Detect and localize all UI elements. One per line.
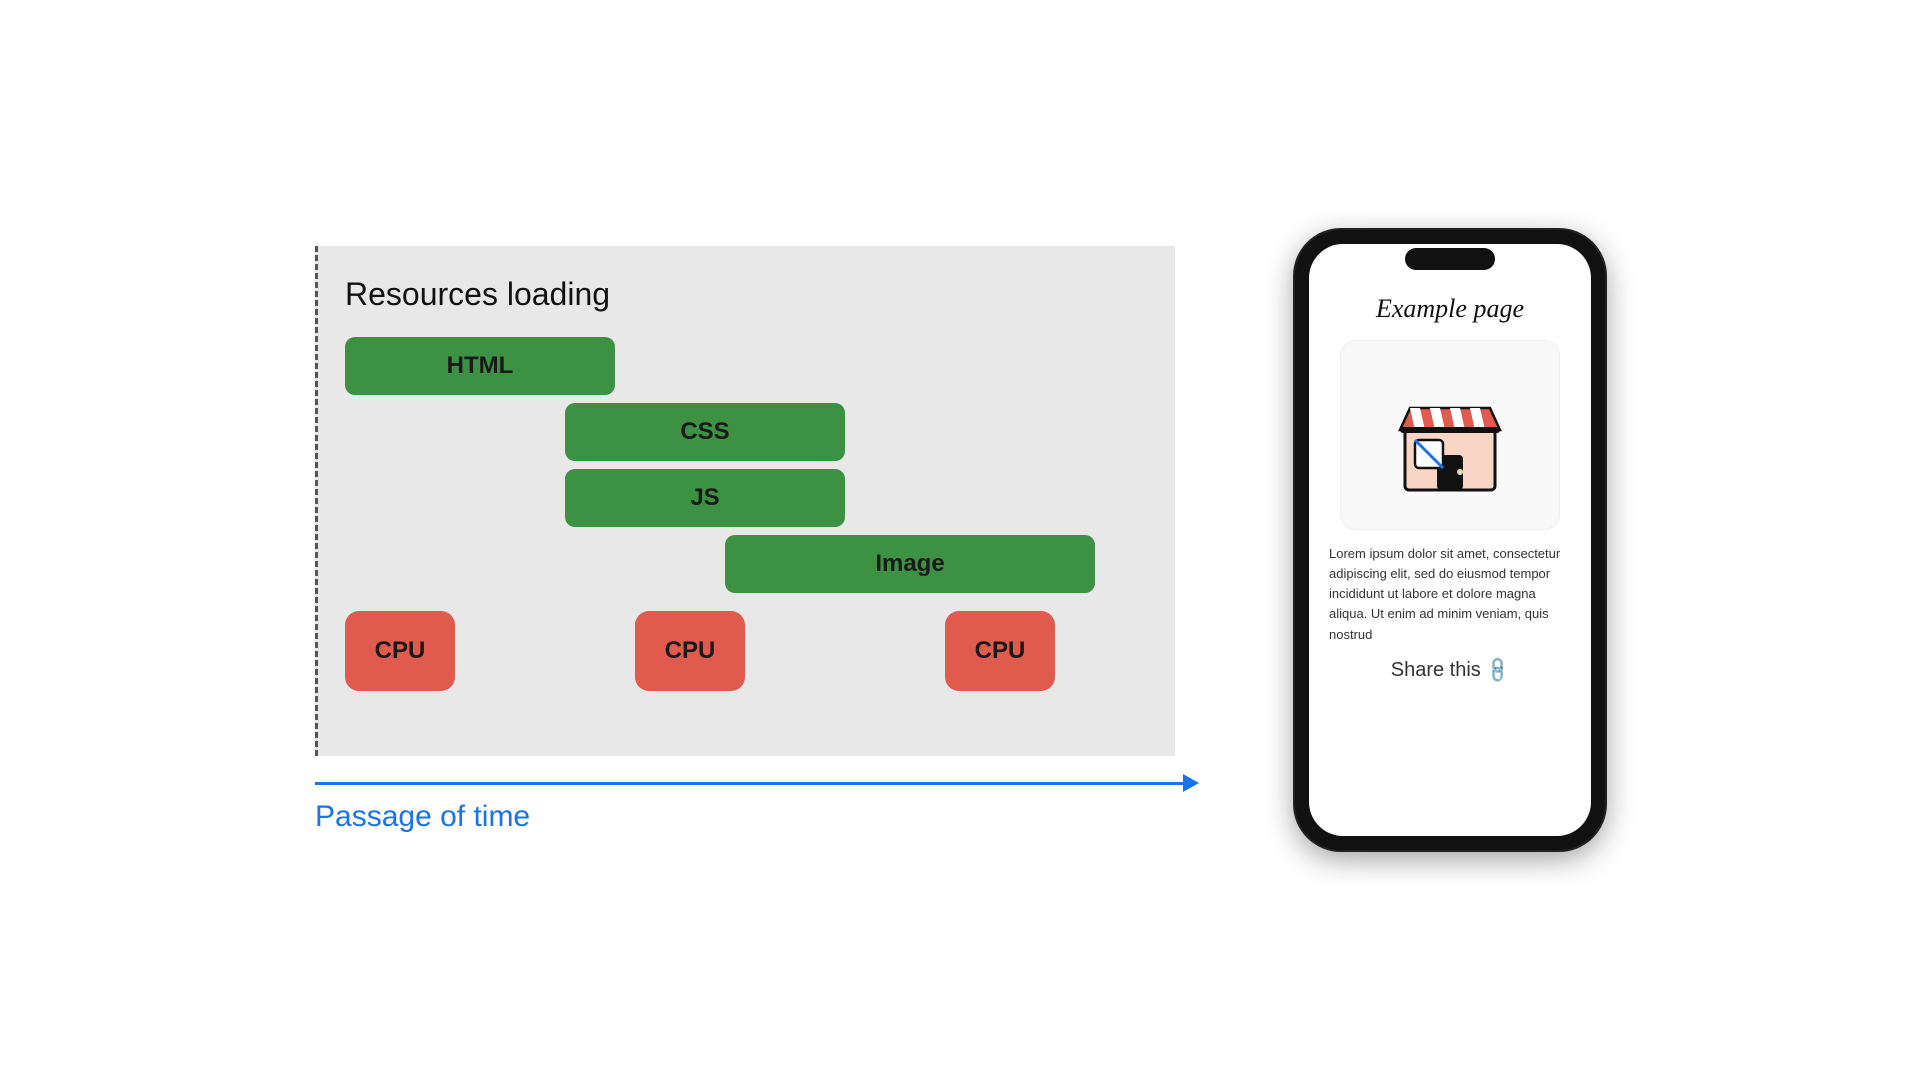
css-bar-row: CSS xyxy=(345,403,1145,461)
js-bar: JS xyxy=(565,469,845,527)
time-arrow-container: Passage of time xyxy=(315,774,1199,834)
time-arrow-head xyxy=(1183,774,1199,792)
css-bar: CSS xyxy=(565,403,845,461)
phone-section: Example page xyxy=(1295,230,1605,850)
html-bar-row: HTML xyxy=(345,337,1145,395)
time-label: Passage of time xyxy=(315,800,1199,834)
page-title: Example page xyxy=(1376,294,1524,324)
image-bar-label: Image xyxy=(875,550,944,578)
diagram-section: Resources loading HTML CSS JS xyxy=(315,246,1215,834)
cpu-block-1: CPU xyxy=(345,611,455,691)
cpu-block-2: CPU xyxy=(635,611,745,691)
html-bar: HTML xyxy=(345,337,615,395)
share-row[interactable]: Share this 🔗 xyxy=(1391,659,1509,682)
css-bar-label: CSS xyxy=(680,418,729,446)
cpu-label-2: CPU xyxy=(665,637,716,665)
js-bar-row: JS xyxy=(345,469,1145,527)
time-arrow-shaft xyxy=(315,782,1185,785)
html-bar-label: HTML xyxy=(447,352,514,380)
phone-screen: Example page xyxy=(1309,244,1591,836)
phone-notch xyxy=(1405,248,1495,270)
diagram-container: Resources loading HTML CSS JS xyxy=(315,246,1175,756)
time-arrow-line xyxy=(315,774,1199,792)
js-bar-label: JS xyxy=(690,484,719,512)
diagram-title: Resources loading xyxy=(345,276,1145,313)
image-bar-row: Image xyxy=(345,535,1145,593)
share-label: Share this xyxy=(1391,659,1481,682)
phone-frame: Example page xyxy=(1295,230,1605,850)
link-icon: 🔗 xyxy=(1483,655,1514,686)
cpu-label-3: CPU xyxy=(975,637,1026,665)
cpu-block-3: CPU xyxy=(945,611,1055,691)
cpu-row: CPU CPU CPU xyxy=(325,611,1145,691)
image-bar: Image xyxy=(725,535,1095,593)
store-icon xyxy=(1385,370,1515,500)
store-image-box xyxy=(1340,340,1560,530)
dashed-left-border xyxy=(315,246,318,756)
cpu-label-1: CPU xyxy=(375,637,426,665)
resource-bars: HTML CSS JS Image xyxy=(325,337,1145,601)
lorem-text: Lorem ipsum dolor sit amet, consectetur … xyxy=(1329,544,1571,645)
